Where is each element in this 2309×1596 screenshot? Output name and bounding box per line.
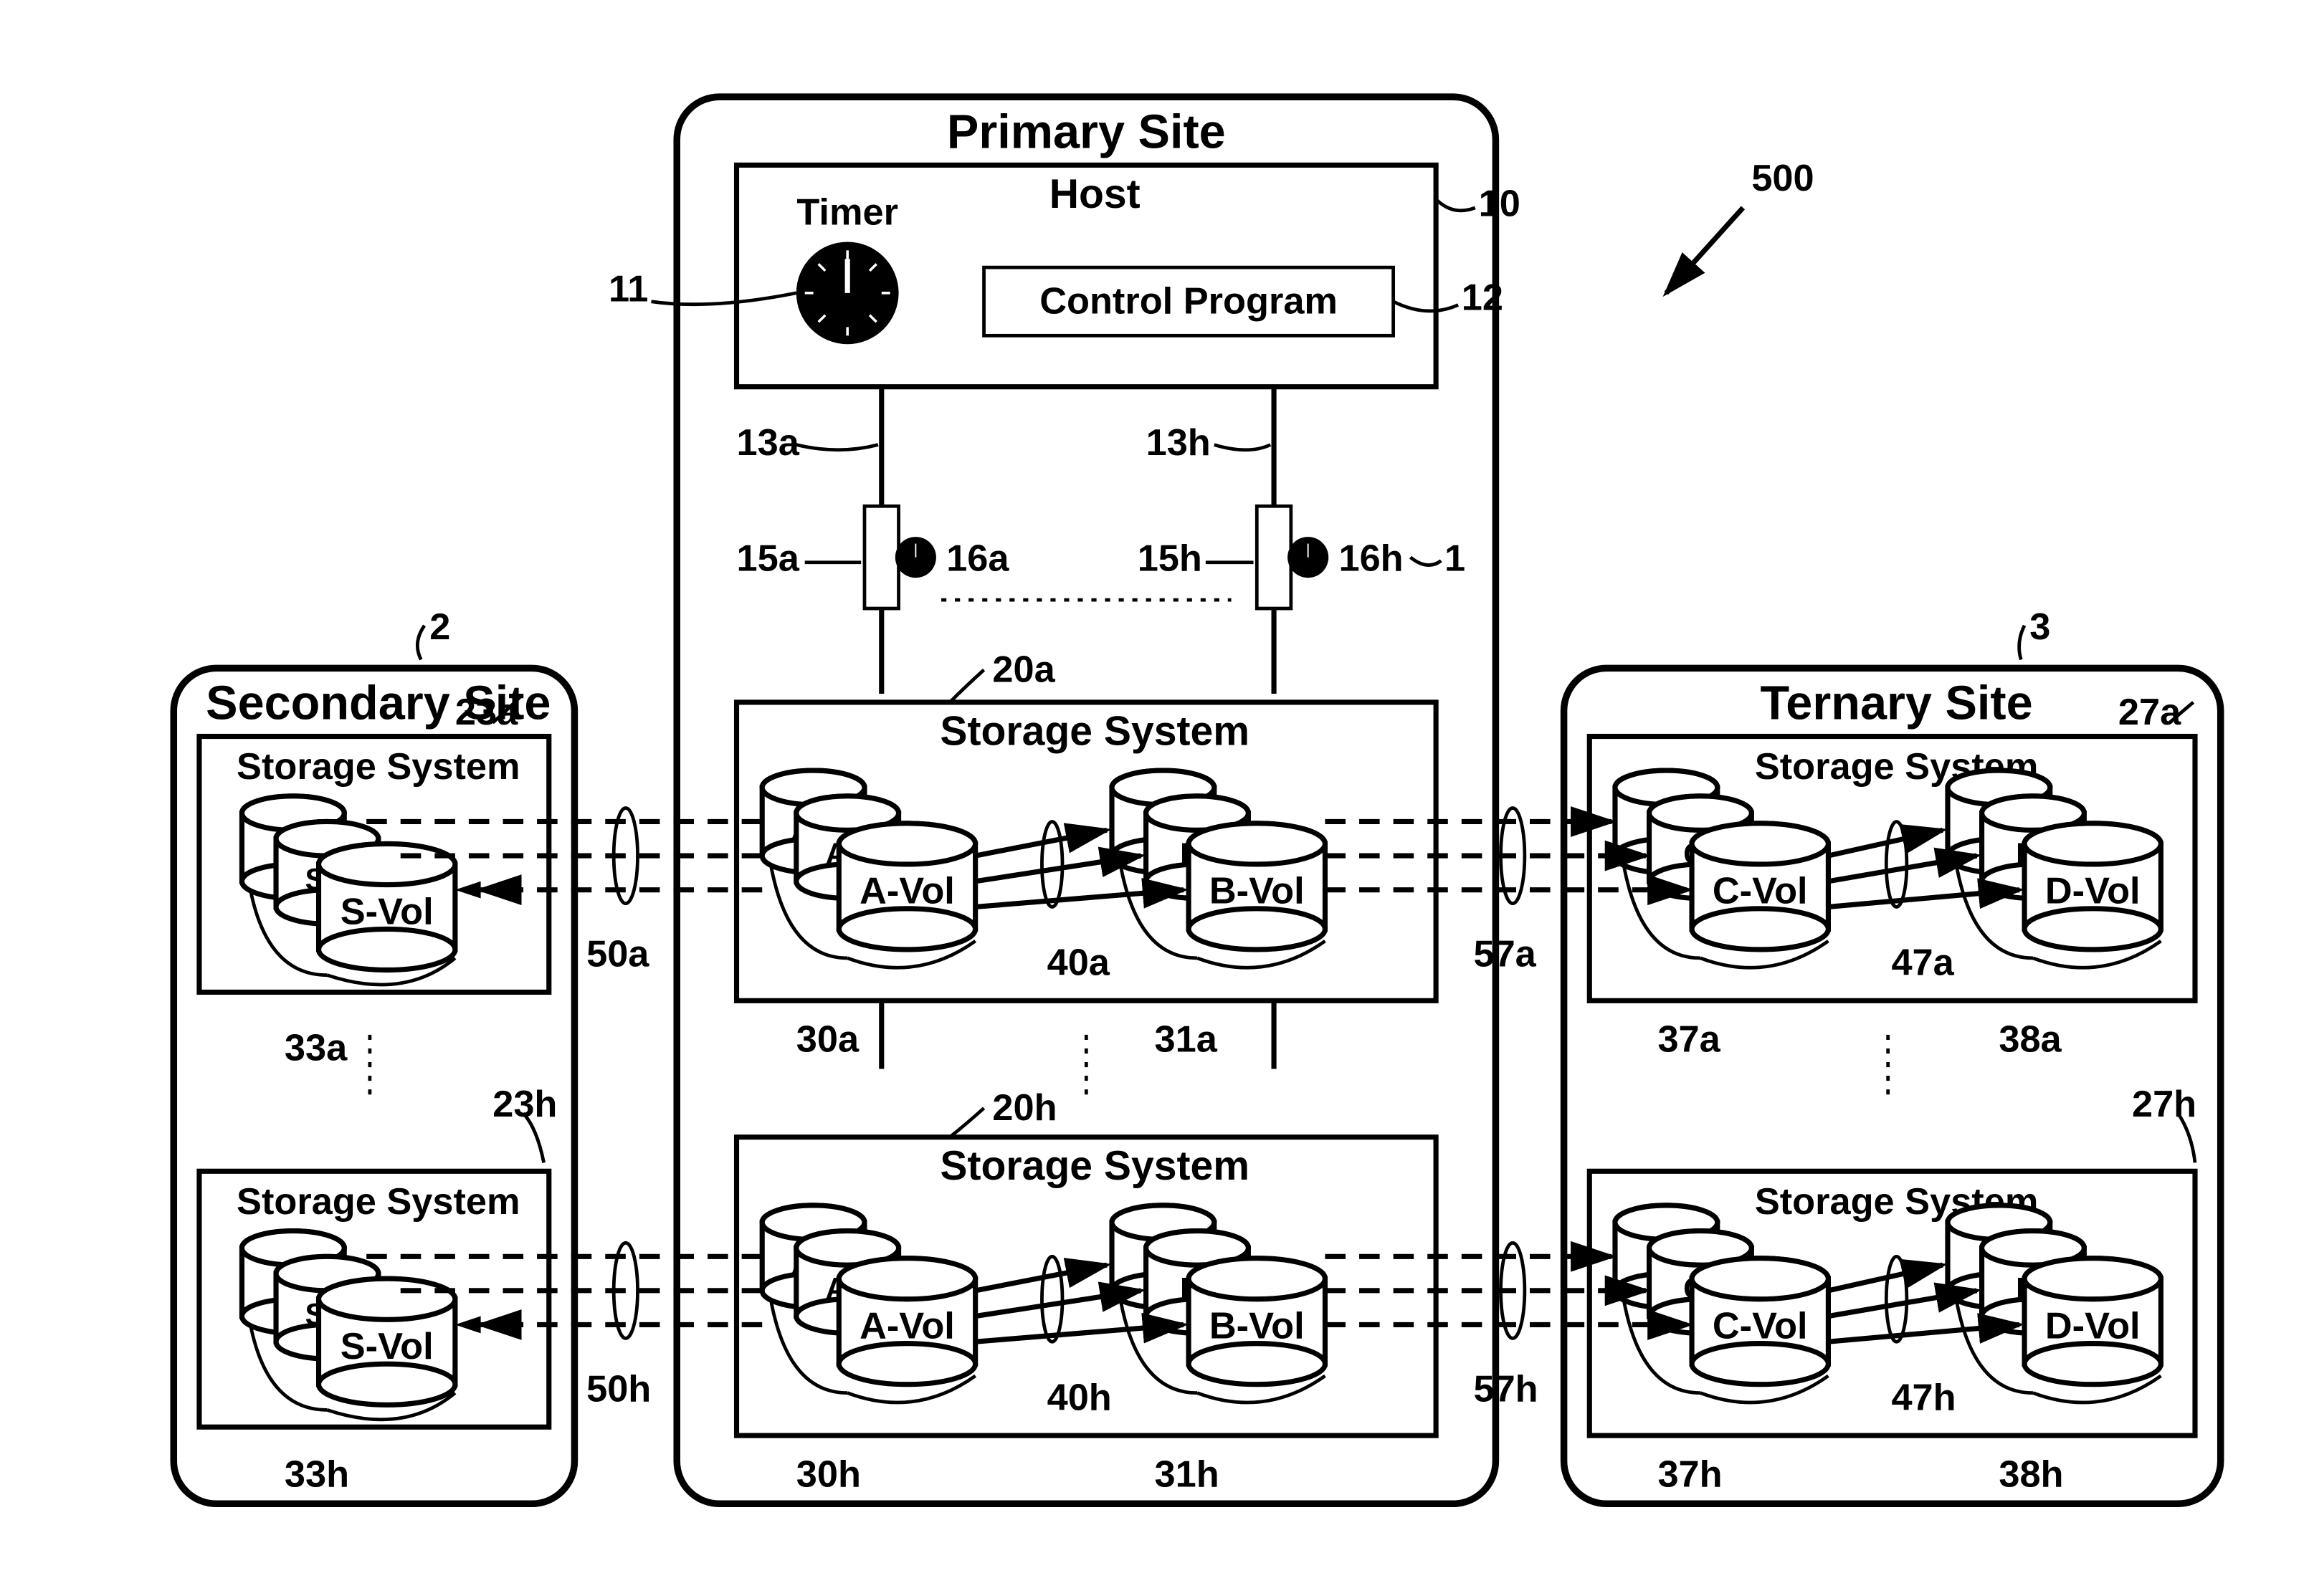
svg-text:1: 1	[1444, 538, 1465, 580]
control-program-label: Control Program	[1039, 280, 1338, 322]
svg-text:30a: 30a	[796, 1019, 860, 1061]
ternary-title: Ternary Site	[1761, 677, 2033, 730]
svg-text:S-Vol: S-Vol	[341, 891, 434, 932]
svg-text:50a: 50a	[586, 934, 649, 975]
svg-text:A-Vol: A-Vol	[860, 871, 955, 912]
svg-text:40h: 40h	[1047, 1377, 1112, 1418]
svg-text:37a: 37a	[1657, 1019, 1720, 1061]
svg-text:20h: 20h	[992, 1087, 1057, 1129]
svg-text:27a: 27a	[2118, 692, 2181, 733]
svg-text:A-Vol: A-Vol	[860, 1305, 955, 1347]
svg-text:16h: 16h	[1338, 538, 1403, 580]
svg-text:16a: 16a	[946, 538, 1009, 580]
svg-text:23h: 23h	[492, 1084, 557, 1125]
svg-text:B-Vol: B-Vol	[1209, 1305, 1305, 1347]
timer-label: Timer	[796, 192, 898, 234]
fig-number: 500	[1751, 158, 1814, 199]
svg-text:15a: 15a	[737, 538, 800, 580]
svg-text:Storage System: Storage System	[940, 1143, 1249, 1189]
svg-text:23a: 23a	[455, 692, 518, 733]
svg-text:33h: 33h	[285, 1453, 349, 1495]
svg-text:12: 12	[1462, 277, 1503, 319]
svg-text:30h: 30h	[796, 1453, 861, 1495]
svg-text:11: 11	[609, 269, 648, 310]
svg-text:47a: 47a	[1891, 942, 1954, 984]
svg-text:D-Vol: D-Vol	[2045, 1305, 2141, 1347]
svg-text:C-Vol: C-Vol	[1713, 871, 1808, 912]
svg-text:D-Vol: D-Vol	[2045, 871, 2141, 912]
svg-text:2: 2	[429, 606, 450, 648]
svg-text:38a: 38a	[1999, 1019, 2062, 1061]
svg-text:13a: 13a	[737, 422, 800, 464]
svg-text:33a: 33a	[285, 1028, 348, 1069]
svg-text:37h: 37h	[1657, 1453, 1722, 1495]
svg-text:57h: 57h	[1473, 1369, 1538, 1410]
svg-text:15h: 15h	[1138, 538, 1202, 580]
svg-text:Storage System: Storage System	[237, 1181, 520, 1223]
svg-text:27h: 27h	[2132, 1084, 2196, 1125]
svg-text:Storage System: Storage System	[237, 746, 520, 788]
svg-text:50h: 50h	[586, 1369, 651, 1410]
svg-text:40a: 40a	[1047, 942, 1110, 984]
svg-text:Storage System: Storage System	[940, 708, 1249, 754]
diagram-svg: 500 Primary Site Host Timer Control Prog…	[29, 29, 2280, 1564]
svg-text:S-Vol: S-Vol	[341, 1326, 434, 1367]
svg-text:31h: 31h	[1155, 1453, 1219, 1495]
svg-text:31a: 31a	[1155, 1019, 1218, 1061]
svg-text:C-Vol: C-Vol	[1713, 1305, 1808, 1347]
svg-text:47h: 47h	[1891, 1377, 1956, 1418]
svg-text:3: 3	[2029, 606, 2050, 648]
svg-text:10: 10	[1479, 183, 1520, 225]
svg-text:20a: 20a	[992, 649, 1055, 690]
svg-text:38h: 38h	[1999, 1453, 2063, 1495]
host-label: Host	[1049, 171, 1141, 217]
svg-text:57a: 57a	[1473, 934, 1536, 975]
svg-text:13h: 13h	[1146, 422, 1211, 464]
primary-title: Primary Site	[947, 106, 1226, 159]
svg-text:B-Vol: B-Vol	[1209, 871, 1305, 912]
